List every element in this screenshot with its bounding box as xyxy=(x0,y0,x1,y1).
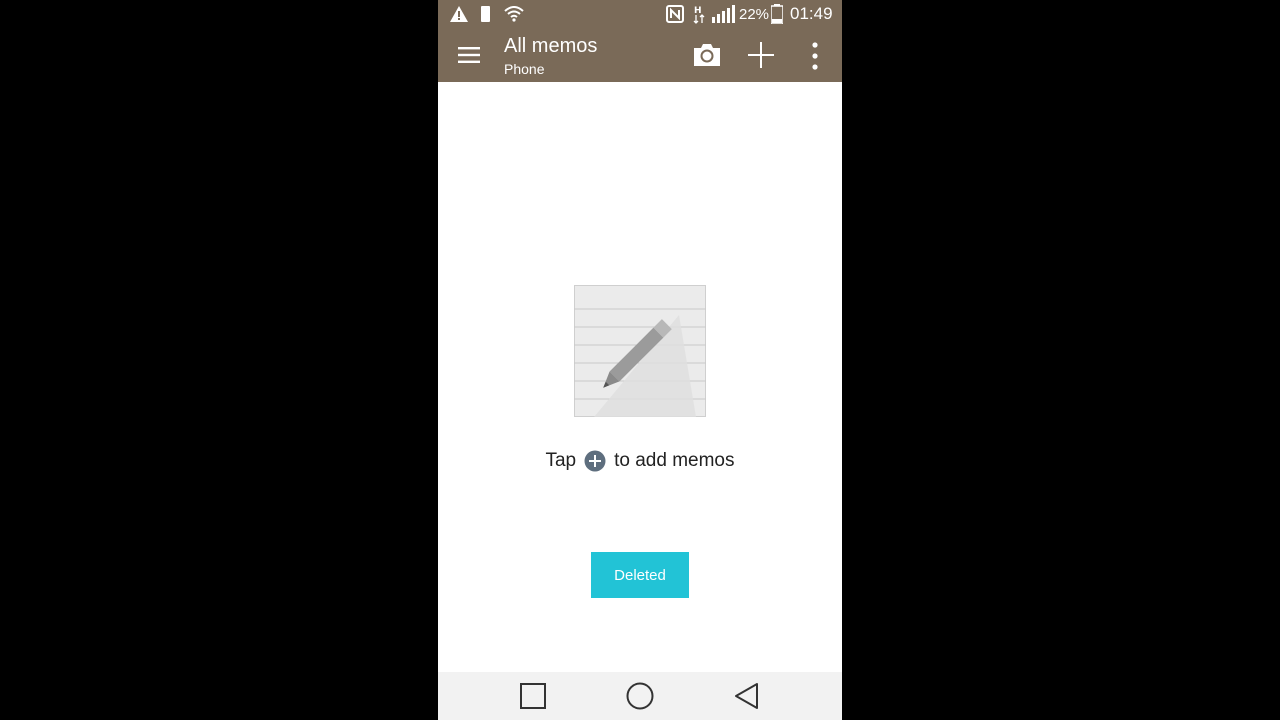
recents-icon[interactable] xyxy=(520,683,546,709)
page-title: All memos xyxy=(504,35,598,57)
add-circle-icon xyxy=(584,450,606,472)
memo-pencil-icon xyxy=(574,285,706,417)
battery-small-icon xyxy=(481,4,490,24)
battery-percent: 22% xyxy=(739,5,770,23)
camera-icon[interactable] xyxy=(692,41,722,69)
h-data-icon: H xyxy=(692,4,706,24)
battery-icon xyxy=(771,4,783,24)
page-subtitle: Phone xyxy=(504,61,545,77)
clock: 01:49 xyxy=(790,4,833,23)
more-vert-icon[interactable] xyxy=(808,41,822,71)
deleted-toast: Deleted xyxy=(591,552,689,598)
app-bar: All memos Phone xyxy=(438,28,842,82)
add-icon[interactable] xyxy=(746,40,776,70)
back-icon[interactable] xyxy=(734,682,760,710)
svg-text:H: H xyxy=(694,6,702,16)
hint-text-after: to add memos xyxy=(614,450,735,471)
home-icon[interactable] xyxy=(626,682,654,710)
warning-icon xyxy=(450,4,468,24)
menu-icon[interactable] xyxy=(456,44,482,66)
hint-text-before: Tap xyxy=(545,450,577,471)
nfc-icon xyxy=(666,4,684,24)
wifi-icon xyxy=(504,4,524,24)
phone-screen: H 22% 01:49 All memos Phone Tap to add m… xyxy=(438,0,842,720)
empty-hint: Tap to add memos xyxy=(438,450,842,472)
signal-icon xyxy=(712,4,736,24)
navigation-bar xyxy=(438,672,842,720)
status-bar: H 22% 01:49 xyxy=(438,0,842,28)
